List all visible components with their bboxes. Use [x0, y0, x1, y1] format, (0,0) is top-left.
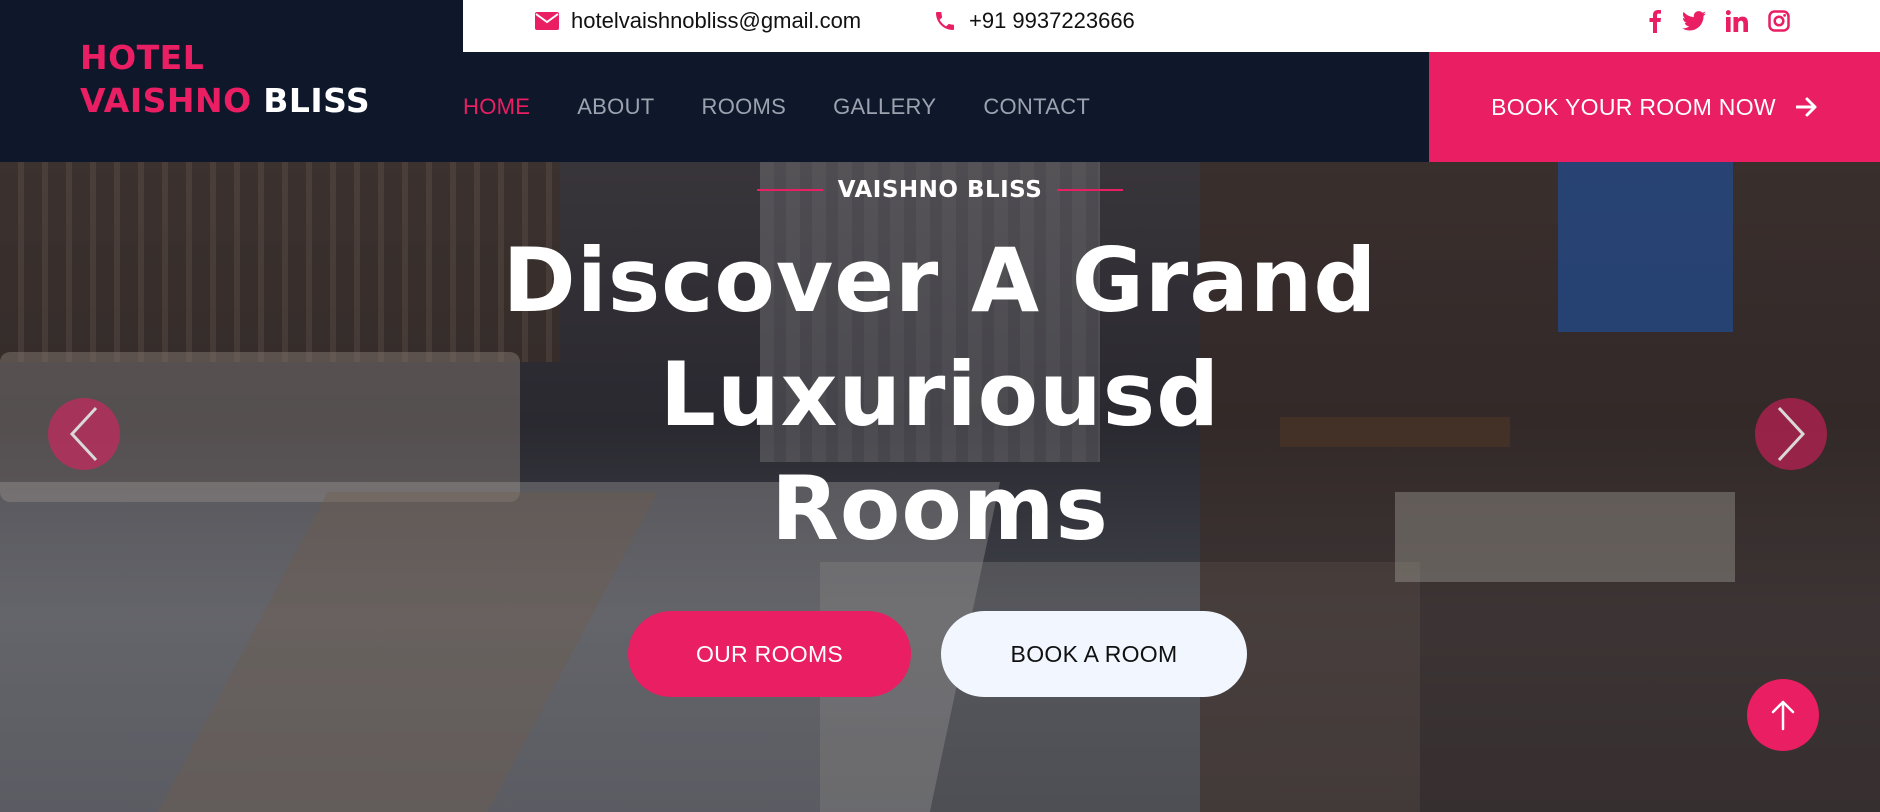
- arrow-right-icon: [1795, 97, 1817, 117]
- social-links: [1648, 0, 1790, 42]
- eyebrow-line-right: [1057, 189, 1124, 191]
- chevron-left-icon: [69, 406, 98, 462]
- nav-item-about[interactable]: ABOUT: [577, 94, 654, 120]
- hero-headline-line-2: Luxuriousd: [659, 343, 1221, 446]
- chevron-right-icon: [1777, 406, 1806, 462]
- hero-eyebrow-text: VAISHNO BLISS: [837, 177, 1043, 203]
- logo[interactable]: HOTEL VAISHNO BLISS: [80, 36, 370, 122]
- nav-item-contact[interactable]: CONTACT: [983, 94, 1090, 120]
- logo-word-bliss: BLISS: [263, 81, 371, 120]
- hero-headline-line-1: Discover A Grand: [502, 229, 1378, 332]
- linkedin-icon[interactable]: [1726, 10, 1748, 32]
- hero-eyebrow: VAISHNO BLISS: [0, 162, 1880, 218]
- email-text: hotelvaishnobliss@gmail.com: [571, 8, 862, 33]
- nav-item-rooms[interactable]: ROOMS: [702, 94, 787, 120]
- hero-headline-line-3: Rooms: [771, 457, 1109, 560]
- instagram-icon[interactable]: [1768, 10, 1790, 32]
- logo-line-1: HOTEL: [80, 38, 205, 77]
- logo-word-vaishno: VAISHNO: [80, 81, 252, 120]
- hero-headline: Discover A Grand Luxuriousd Rooms: [0, 224, 1880, 566]
- arrow-up-icon: [1771, 700, 1795, 731]
- book-room-now-label: BOOK YOUR ROOM NOW: [1491, 93, 1776, 120]
- twitter-icon[interactable]: [1682, 11, 1706, 31]
- carousel-prev-button[interactable]: [48, 398, 120, 470]
- phone-text: +91 9937223666: [969, 8, 1135, 33]
- back-to-top-button[interactable]: [1747, 679, 1819, 751]
- phone-contact[interactable]: +91 9937223666: [933, 0, 1135, 42]
- our-rooms-button[interactable]: OUR ROOMS: [628, 611, 911, 697]
- book-a-room-button[interactable]: BOOK A ROOM: [941, 611, 1247, 697]
- email-contact[interactable]: hotelvaishnobliss@gmail.com: [535, 0, 861, 42]
- phone-icon: [936, 12, 954, 30]
- facebook-icon[interactable]: [1648, 9, 1662, 33]
- envelope-icon: [535, 12, 559, 30]
- eyebrow-line-left: [756, 189, 823, 191]
- hero-carousel: VAISHNO BLISS Discover A Grand Luxurious…: [0, 162, 1880, 812]
- book-room-now-button[interactable]: BOOK YOUR ROOM NOW: [1429, 52, 1880, 162]
- nav-item-gallery[interactable]: GALLERY: [833, 94, 936, 120]
- nav-item-home[interactable]: HOME: [463, 94, 530, 120]
- nav-menu: HOME ABOUT ROOMS GALLERY CONTACT: [463, 52, 1137, 162]
- carousel-next-button[interactable]: [1755, 398, 1827, 470]
- brand-block: HOTEL VAISHNO BLISS: [0, 0, 463, 162]
- main-navbar: HOME ABOUT ROOMS GALLERY CONTACT: [463, 52, 1429, 162]
- top-contact-bar: hotelvaishnobliss@gmail.com +91 99372236…: [463, 0, 1880, 52]
